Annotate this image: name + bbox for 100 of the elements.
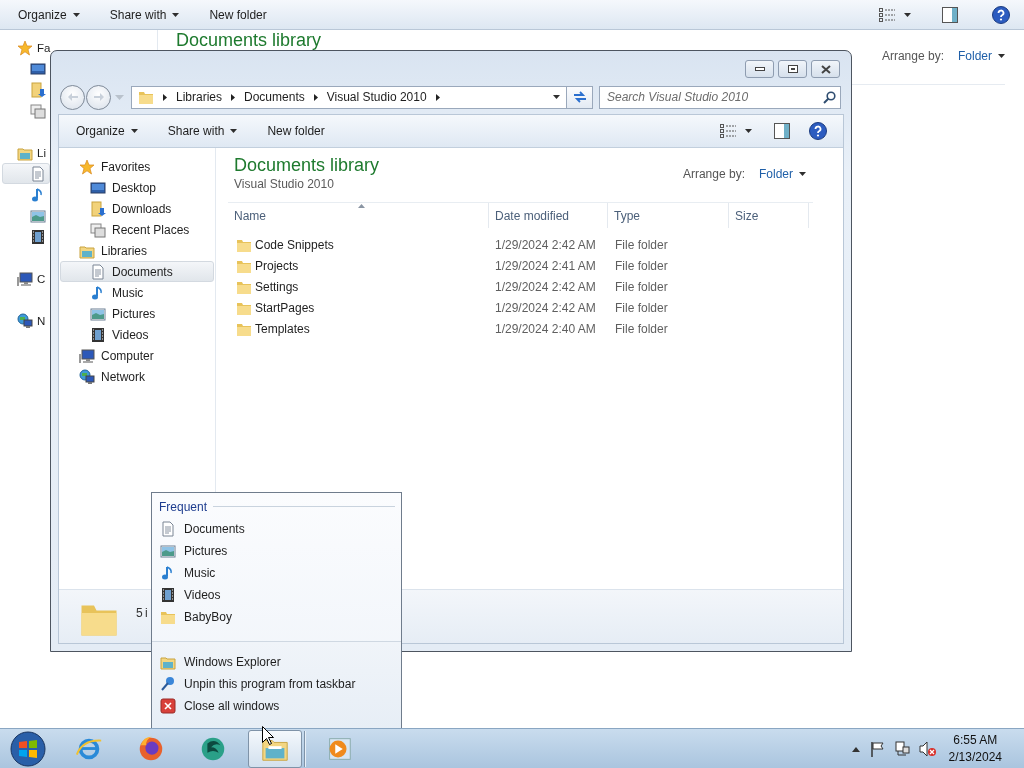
minimize-icon (754, 67, 765, 71)
table-cell-text: 1/29/2024 2:41 AM (494, 258, 597, 273)
nav-item[interactable]: C (2, 268, 50, 289)
address-bar[interactable]: Libraries Documents Visual Studio 2010 (131, 85, 567, 109)
nav-item[interactable]: Recent Places (60, 219, 214, 240)
column-header[interactable]: Date modified (489, 203, 608, 228)
jump-list-item[interactable]: Unpin this program from taskbar (152, 673, 401, 695)
document-stack-icon (30, 102, 46, 119)
landscape-icon (160, 543, 176, 559)
nav-item[interactable]: Videos (60, 324, 214, 345)
nav-item[interactable]: Music (60, 282, 214, 303)
star-icon (79, 158, 95, 175)
search-icon (823, 90, 836, 104)
toolbar-button[interactable]: Share with (101, 2, 188, 27)
help-icon[interactable] (809, 122, 827, 140)
nav-item[interactable]: Computer (60, 345, 214, 366)
breadcrumb[interactable]: Libraries (176, 90, 223, 104)
refresh-arrows-icon (572, 91, 587, 103)
arrange-dropdown[interactable]: Folder (958, 49, 1005, 63)
view-list-icon[interactable] (879, 7, 895, 22)
column-header[interactable]: Name (228, 203, 489, 228)
desktop-icon (30, 60, 46, 77)
nav-item[interactable]: N (2, 310, 50, 331)
item-count: 5 i (136, 606, 148, 620)
nav-item[interactable]: Favorites (60, 156, 214, 177)
library-title: Documents library (234, 154, 380, 177)
nav-item[interactable]: Desktop (60, 177, 214, 198)
back-button[interactable] (60, 84, 85, 110)
jump-list-item[interactable]: BabyBoy (152, 606, 401, 628)
close-button[interactable] (811, 60, 840, 78)
restore-icon (787, 65, 798, 73)
toolbar-button[interactable]: Organize (68, 119, 146, 143)
nav-item[interactable]: Downloads (60, 198, 214, 219)
nav-item[interactable]: Li (2, 142, 50, 163)
desktop-icon (90, 179, 106, 196)
folder-subtitle: Visual Studio 2010 (234, 177, 335, 192)
folder-icon (138, 89, 154, 105)
table-cell-text: File folder (614, 237, 669, 252)
forward-button[interactable] (86, 84, 111, 110)
jump-list-item[interactable]: Documents (152, 518, 401, 540)
star-icon (17, 39, 33, 56)
column-header[interactable]: Type (608, 203, 729, 228)
nav-item[interactable]: Documents (60, 261, 214, 282)
chevron-up-icon[interactable] (851, 746, 860, 752)
view-list-icon[interactable] (720, 124, 736, 138)
toolbar-button[interactable]: Organize (10, 2, 88, 27)
speaker-muted-icon[interactable] (918, 741, 937, 757)
pin-icon (160, 676, 176, 692)
help-icon[interactable] (992, 5, 1010, 24)
start-orb-icon (10, 731, 46, 767)
close-icon (160, 698, 176, 714)
toolbar-button[interactable]: New folder (259, 119, 333, 143)
breadcrumb-arrow-icon (435, 93, 440, 101)
nav-item[interactable]: Network (60, 366, 214, 387)
network-icon[interactable] (893, 741, 910, 757)
film-icon (160, 587, 176, 603)
minimize-button[interactable] (745, 60, 774, 78)
breadcrumb[interactable]: Visual Studio 2010 (326, 90, 427, 104)
preview-pane-icon[interactable] (774, 123, 790, 139)
nav-item[interactable]: Libraries (60, 240, 214, 261)
caret-icon (172, 12, 180, 17)
start-button[interactable] (8, 729, 48, 768)
jump-list-item[interactable]: Pictures (152, 540, 401, 562)
close-icon (820, 64, 831, 74)
table-cell-text: File folder (614, 258, 669, 273)
caret-icon (553, 95, 560, 99)
arrange-label: Arrange by: (881, 49, 944, 63)
cursor-icon (262, 726, 274, 745)
clock-date[interactable]: 2/13/2024 (948, 749, 1002, 766)
jump-list-item[interactable]: Music (152, 562, 401, 584)
globe-icon (79, 368, 95, 385)
arrange-label: Arrange by: (682, 167, 745, 181)
refresh-button[interactable] (567, 85, 593, 109)
table-cell: Templates (255, 321, 310, 336)
table-cell: Settings (255, 279, 299, 294)
taskbar-button[interactable] (248, 730, 302, 768)
caret-icon (72, 12, 80, 17)
arrange-dropdown[interactable]: Folder (759, 167, 806, 181)
breadcrumb-arrow-icon (313, 93, 318, 101)
globe-icon (17, 312, 33, 329)
breadcrumb-arrow-icon (231, 93, 236, 101)
nav-item[interactable]: Fa (2, 37, 50, 58)
breadcrumb[interactable]: Documents (244, 90, 305, 104)
toolbar-button[interactable]: New folder (201, 2, 275, 27)
preview-pane-icon[interactable] (942, 6, 958, 23)
search-field[interactable]: Search Visual Studio 2010 (599, 85, 841, 109)
library-folder-icon (160, 654, 176, 670)
landscape-icon (30, 207, 46, 224)
jump-list-item[interactable]: Windows Explorer (152, 651, 401, 673)
jump-list-item[interactable]: Close all windows (152, 695, 401, 717)
caret-icon (799, 172, 806, 176)
clock-time[interactable]: 6:55 AM (953, 732, 998, 749)
nav-item[interactable]: Pictures (60, 303, 214, 324)
column-header[interactable]: Size (729, 203, 809, 228)
caret-icon (745, 129, 752, 133)
flag-icon[interactable] (868, 741, 885, 757)
toolbar-button[interactable]: Share with (159, 119, 246, 143)
maximize-button[interactable] (778, 60, 807, 78)
document-icon (90, 263, 106, 280)
jump-list-item[interactable]: Videos (152, 584, 401, 606)
